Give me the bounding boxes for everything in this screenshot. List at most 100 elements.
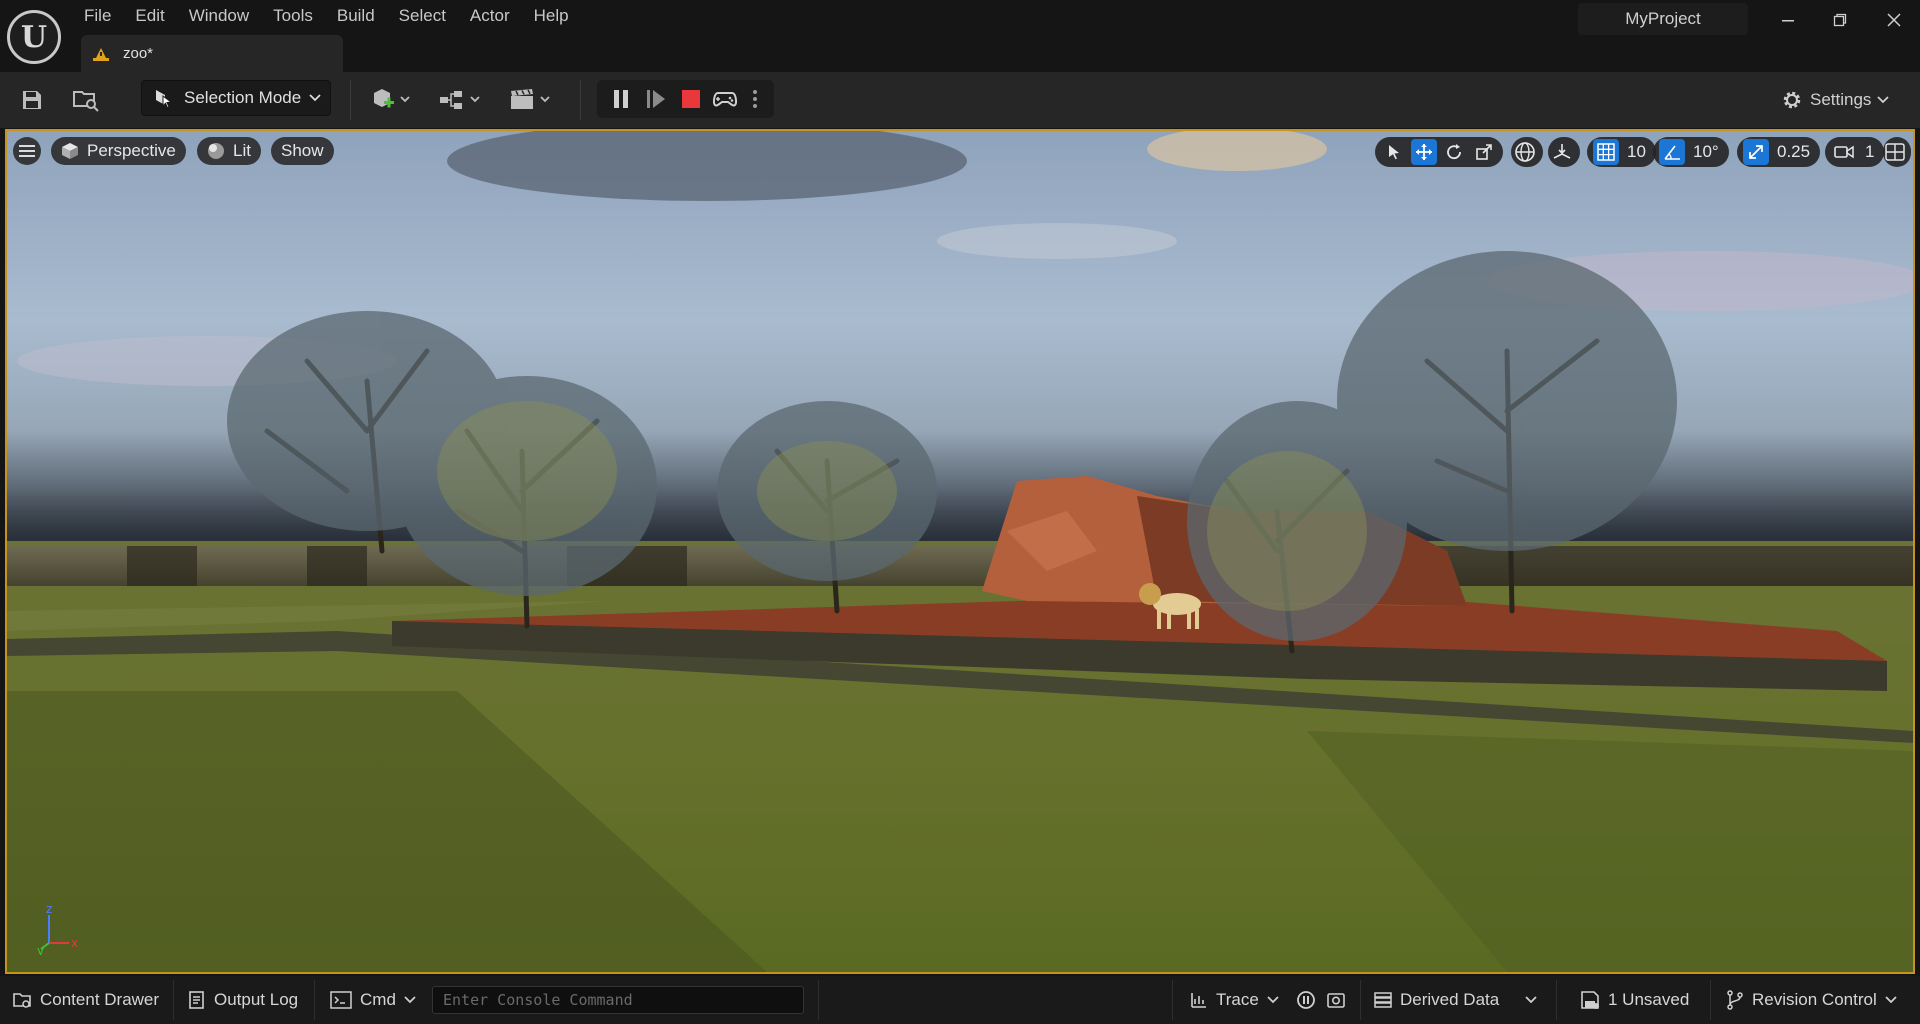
camera-speed-control[interactable]: 1 <box>1825 137 1885 167</box>
pause-icon <box>614 90 628 108</box>
level-tab[interactable]: zoo* <box>81 35 343 72</box>
grid-snap-value: 10 <box>1627 142 1646 161</box>
toolbar-divider <box>580 80 581 120</box>
restore-button[interactable] <box>1820 6 1860 34</box>
level-warning-icon <box>93 47 109 61</box>
hamburger-menu-icon <box>19 145 35 157</box>
gamepad-icon <box>713 92 737 107</box>
menu-select[interactable]: Select <box>387 3 458 29</box>
close-button[interactable] <box>1874 6 1914 34</box>
content-drawer-icon <box>13 993 31 1008</box>
settings-dropdown[interactable]: Settings <box>1780 84 1890 116</box>
snapshot-camera-icon <box>1327 993 1345 1008</box>
lighting-mode-label: Lit <box>233 141 251 160</box>
output-log-button[interactable]: Output Log <box>188 976 298 1024</box>
status-divider <box>1172 980 1173 1020</box>
scale-snap-toggle[interactable] <box>1743 139 1769 165</box>
menu-build[interactable]: Build <box>325 3 387 29</box>
status-divider <box>314 980 315 1020</box>
chevron-down-icon <box>309 94 321 102</box>
show-flags-button[interactable]: Show <box>271 137 334 165</box>
chevron-down-icon <box>404 996 416 1004</box>
rotate-icon <box>1447 144 1461 160</box>
unsaved-label: 1 Unsaved <box>1608 990 1690 1009</box>
menu-actor[interactable]: Actor <box>458 3 522 29</box>
minimize-icon <box>1782 20 1794 22</box>
unreal-logo-icon[interactable]: U <box>7 10 61 64</box>
gear-icon <box>1783 91 1801 109</box>
viewport-layout-button[interactable] <box>1883 137 1911 167</box>
select-tool-button[interactable] <box>1381 139 1407 165</box>
svg-text:x: x <box>71 936 78 950</box>
viewport-scene[interactable] <box>7 131 1913 972</box>
camera-icon <box>1834 145 1854 159</box>
play-controls <box>597 80 774 118</box>
play-options-button[interactable] <box>743 83 767 115</box>
grid-snap-toggle[interactable] <box>1593 139 1619 165</box>
project-name: MyProject <box>1578 3 1748 35</box>
chevron-down-icon <box>1525 996 1537 1004</box>
menu-edit[interactable]: Edit <box>123 3 176 29</box>
selection-mode-icon <box>156 90 173 109</box>
scale-snap-control[interactable]: 0.25 <box>1737 137 1821 167</box>
perspective-cube-icon <box>62 143 78 159</box>
resume-button[interactable] <box>640 83 672 115</box>
coordinate-system-button[interactable] <box>1511 137 1543 167</box>
transform-tools <box>1375 137 1503 167</box>
clapperboard-icon <box>511 89 550 109</box>
menu-help[interactable]: Help <box>522 3 581 29</box>
level-viewport[interactable]: Perspective Lit Show 10 10° 0.25 1 z x y <box>5 129 1915 974</box>
browse-content-button[interactable] <box>70 84 102 116</box>
minimize-button[interactable] <box>1768 6 1808 34</box>
rotation-snap-control[interactable]: 10° <box>1653 137 1729 167</box>
blueprints-button[interactable] <box>436 84 486 116</box>
menu-file[interactable]: File <box>72 3 123 29</box>
save-icon <box>23 91 41 109</box>
lighting-mode-button[interactable]: Lit <box>197 137 261 165</box>
layout-grid-icon <box>1885 143 1905 161</box>
svg-text:z: z <box>46 902 52 916</box>
chevron-down-icon <box>1885 996 1897 1004</box>
cinematics-button[interactable] <box>506 84 556 116</box>
browse-content-icon <box>73 91 99 112</box>
camera-speed-button[interactable] <box>1831 139 1857 165</box>
save-button[interactable] <box>16 84 48 116</box>
blueprint-icon <box>440 91 480 109</box>
view-mode-perspective-button[interactable]: Perspective <box>51 137 186 165</box>
scale-icon <box>1476 144 1492 160</box>
surface-snapping-button[interactable] <box>1548 137 1580 167</box>
camera-speed-value: 1 <box>1865 142 1875 161</box>
translate-tool-button[interactable] <box>1411 139 1437 165</box>
angle-icon <box>1664 145 1680 160</box>
unsaved-assets-button[interactable]: 1 Unsaved <box>1580 976 1689 1024</box>
stop-button[interactable] <box>675 83 707 115</box>
trace-snapshot-button[interactable] <box>1326 976 1346 1024</box>
chevron-down-icon <box>1877 96 1890 104</box>
content-drawer-button[interactable]: Content Drawer <box>12 976 159 1024</box>
more-options-icon <box>753 90 757 108</box>
trace-dropdown[interactable]: Trace <box>1190 976 1279 1024</box>
cursor-arrow-icon <box>1389 145 1399 160</box>
scale-tool-button[interactable] <box>1471 139 1497 165</box>
possess-button[interactable] <box>709 83 741 115</box>
status-bar: Content Drawer Output Log Cmd Trace Deri… <box>0 976 1920 1024</box>
revision-control-dropdown[interactable]: Revision Control <box>1726 976 1897 1024</box>
menu-tools[interactable]: Tools <box>261 3 325 29</box>
console-command-input[interactable] <box>432 986 804 1014</box>
selection-mode-dropdown[interactable]: Selection Mode <box>141 80 331 116</box>
status-divider <box>1710 980 1711 1020</box>
menu-window[interactable]: Window <box>177 3 261 29</box>
viewport-options-button[interactable] <box>13 137 41 165</box>
main-toolbar: Selection Mode Settings <box>0 72 1920 128</box>
add-actor-button[interactable] <box>368 84 414 116</box>
grid-snap-control[interactable]: 10 <box>1587 137 1656 167</box>
rotation-snap-toggle[interactable] <box>1659 139 1685 165</box>
pause-button[interactable] <box>605 83 637 115</box>
rotate-tool-button[interactable] <box>1441 139 1467 165</box>
derived-data-dropdown[interactable]: Derived Data <box>1374 976 1537 1024</box>
cmd-dropdown[interactable]: Cmd <box>330 976 416 1024</box>
status-divider <box>1556 980 1557 1020</box>
trace-record-button[interactable] <box>1296 976 1316 1024</box>
unsaved-icon <box>1581 991 1599 1009</box>
level-tab-label: zoo* <box>123 45 154 62</box>
